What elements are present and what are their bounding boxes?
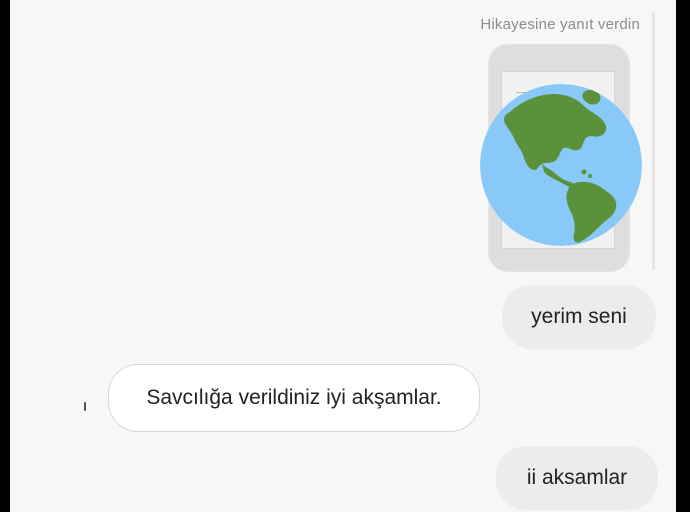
- message-text: Savcılığa verildiniz iyi akşamlar.: [146, 386, 442, 409]
- message-text: yerim seni: [531, 305, 627, 328]
- story-reply-note: Hikayesine yanıt verdin: [480, 16, 640, 33]
- scrollbar[interactable]: [652, 12, 655, 270]
- message-text: ii aksamlar: [526, 466, 628, 489]
- message-incoming[interactable]: Savcılığa verildiniz iyi akşamlar.: [108, 364, 480, 432]
- globe-americas-icon: [480, 84, 642, 246]
- message-outgoing[interactable]: yerim seni: [502, 285, 656, 349]
- sender-avatar-marker: [84, 402, 86, 411]
- chat-thread: Hikayesine yanıt verdin yerim seni Savcı…: [10, 0, 676, 512]
- message-outgoing[interactable]: ii aksamlar: [496, 446, 658, 510]
